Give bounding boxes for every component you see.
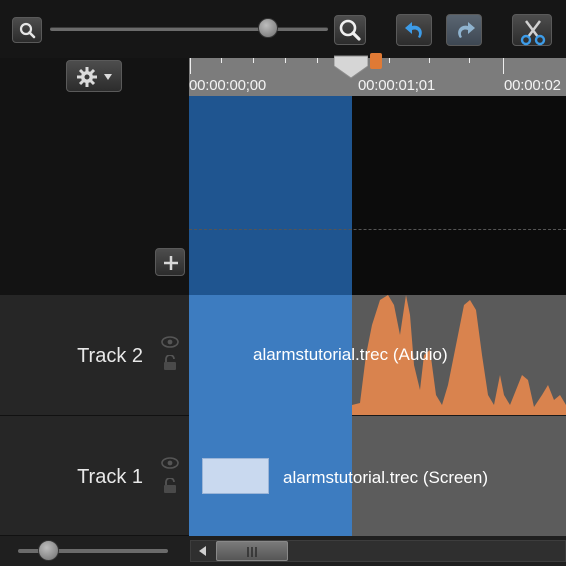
track-height-slider-thumb[interactable] bbox=[38, 540, 59, 561]
track-header-track-1[interactable]: Track 1 bbox=[0, 416, 189, 536]
grip-icon bbox=[247, 547, 257, 557]
zoom-out-button[interactable] bbox=[12, 17, 42, 43]
ruler-tick bbox=[190, 58, 191, 74]
eye-icon[interactable] bbox=[161, 335, 179, 349]
chevron-down-icon bbox=[104, 74, 112, 80]
zoom-in-button[interactable] bbox=[334, 15, 366, 45]
track-name: Track 1 bbox=[77, 466, 143, 488]
ruler-tick bbox=[253, 58, 254, 63]
track-header-area bbox=[0, 58, 189, 295]
ruler-tick bbox=[503, 58, 504, 74]
track-header-track-2[interactable]: Track 2 bbox=[0, 295, 189, 416]
redo-icon bbox=[458, 22, 475, 38]
timeline-toolbar bbox=[0, 0, 566, 58]
redo-button[interactable] bbox=[446, 14, 482, 46]
ruler-tick bbox=[389, 58, 390, 63]
ruler-tick bbox=[317, 58, 318, 63]
screen-clip-label: alarmstutorial.trec (Screen) bbox=[283, 468, 489, 487]
ruler-tick bbox=[221, 58, 222, 63]
arrow-left-icon[interactable] bbox=[192, 542, 214, 560]
ruler-tick bbox=[285, 58, 286, 63]
clip-thumbnail bbox=[202, 458, 269, 494]
lock-icon[interactable] bbox=[161, 478, 179, 494]
add-track-button[interactable] bbox=[155, 248, 185, 276]
ruler-time-label: 00:00:00;00 bbox=[189, 77, 267, 94]
selection-out-marker[interactable] bbox=[370, 53, 382, 69]
lock-icon[interactable] bbox=[161, 355, 179, 371]
track-drop-guide bbox=[189, 229, 566, 230]
ruler-time-label: 00:00:01;01 bbox=[358, 77, 436, 94]
timeline-settings-button[interactable] bbox=[66, 60, 122, 92]
scissors-icon bbox=[520, 20, 546, 46]
undo-button[interactable] bbox=[396, 14, 432, 46]
selection-region-tracks[interactable] bbox=[189, 295, 352, 536]
ruler-tick bbox=[469, 58, 470, 63]
magnifier-small-icon bbox=[19, 22, 36, 39]
undo-icon bbox=[405, 22, 422, 38]
ruler-tick bbox=[429, 58, 430, 63]
cut-button[interactable] bbox=[512, 14, 552, 46]
gear-icon bbox=[77, 67, 112, 87]
playhead-handle[interactable] bbox=[334, 54, 368, 80]
plus-icon bbox=[164, 256, 178, 270]
scrollbar-thumb[interactable] bbox=[216, 541, 288, 561]
audio-clip-label: alarmstutorial.trec (Audio) bbox=[253, 345, 448, 364]
zoom-slider-thumb[interactable] bbox=[258, 18, 278, 38]
magnifier-large-icon bbox=[339, 19, 361, 41]
eye-icon[interactable] bbox=[161, 456, 179, 470]
zoom-slider-track[interactable] bbox=[50, 27, 328, 31]
ruler-time-label: 00:00:02 bbox=[504, 77, 561, 94]
track-name: Track 2 bbox=[77, 345, 143, 367]
selection-region-upper bbox=[189, 96, 352, 295]
